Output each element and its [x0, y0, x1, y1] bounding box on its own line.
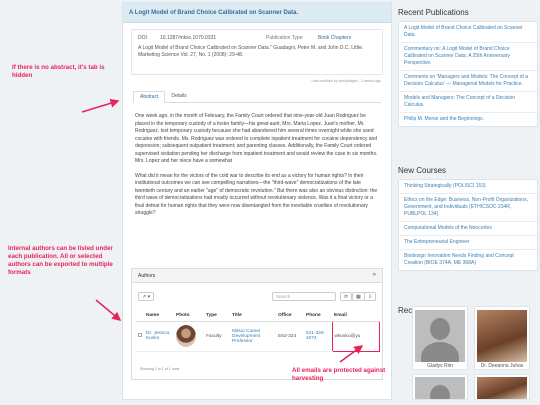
refresh-button[interactable]: ⟳: [340, 292, 353, 301]
authors-heading: Authors: [138, 273, 156, 279]
download-button[interactable]: ⇩: [364, 292, 377, 301]
person-card[interactable]: [412, 374, 468, 400]
pagination-info: Showing 1 to 1 of 1 rows: [140, 367, 180, 371]
course-link[interactable]: Biodesign Innovation Needs Finding and C…: [399, 250, 537, 270]
author-phone-link[interactable]: 541-326-4074: [306, 331, 325, 341]
recent-publication-link[interactable]: Comments on 'Managers and Models: The Co…: [399, 71, 537, 92]
recent-publication-link[interactable]: Commentary on: A Logit Model of Brand Ch…: [399, 43, 537, 71]
authors-search-input[interactable]: Search: [272, 292, 336, 301]
doi-label: DOI: [138, 35, 147, 41]
person-photo: [477, 377, 527, 399]
authors-panel: Authors » ↗ ▾ Search ⟳ ▦ ⇩ Name Photo Ty…: [131, 268, 383, 380]
recent-publications-section: Recent Publications A Logit Model of Bra…: [398, 8, 538, 127]
course-link[interactable]: The Entrepreneurial Engineer: [399, 236, 537, 250]
publication-type-label: Publication Type: [266, 35, 303, 41]
column-header-office[interactable]: Office: [276, 311, 304, 322]
column-header-email[interactable]: Email: [332, 311, 380, 322]
recent-publication-link[interactable]: Models and Managers: The Concept of a De…: [399, 92, 537, 113]
recent-publication-link[interactable]: Philip M. Morse and the Beginnings.: [399, 113, 537, 126]
row-checkbox[interactable]: [136, 321, 144, 352]
annotation-abstract: If there is no abstract, it's tab is hid…: [12, 64, 105, 79]
author-type: Faculty: [204, 321, 230, 352]
person-card[interactable]: Dr. Deeanna Juhas: [474, 306, 530, 370]
recent-additions-section: Recent Additions Gladys Rim Dr. Deeanna …: [398, 306, 538, 400]
expand-icon[interactable]: »: [373, 272, 376, 278]
author-office: E62-324: [276, 321, 304, 352]
columns-button[interactable]: ▦: [352, 292, 365, 301]
new-courses-section: New Courses Thinking Strategically (POLI…: [398, 166, 538, 271]
column-header-photo[interactable]: Photo: [174, 311, 204, 322]
person-placeholder-photo: [415, 377, 465, 399]
publication-title: A Logit Model of Brand Choice Calibrated…: [129, 9, 299, 16]
author-title-link[interactable]: Mitsui Career Development Professor: [232, 329, 261, 344]
table-row: Dr. Jessica Kusko Faculty Mitsui Career …: [136, 320, 380, 352]
export-button[interactable]: ↗ ▾: [138, 292, 155, 301]
course-link[interactable]: Thinking Strategically (POLISCI 153): [399, 180, 537, 194]
publication-title-bar: A Logit Model of Brand Choice Calibrated…: [123, 3, 391, 23]
tab-abstract[interactable]: Abstract: [133, 91, 166, 103]
column-header-title[interactable]: Title: [230, 311, 276, 322]
doi-value: 10.1287/mksc.1070.0331: [160, 35, 217, 41]
publication-tabs: Abstract Details: [133, 91, 381, 103]
table-header-row: Name Photo Type Title Office Phone Email: [136, 311, 380, 322]
recent-publication-link[interactable]: A Logit Model of Brand Choice Calibrated…: [399, 22, 537, 43]
course-link[interactable]: Computational Models of the Neocortex: [399, 222, 537, 236]
authors-header: Authors »: [132, 269, 382, 283]
abstract-text: One week ago, in the month of February, …: [135, 113, 379, 218]
annotation-emails: All emails are protected against harvest…: [292, 367, 386, 382]
publication-citation: A Logit Model of Brand Choice Calibrated…: [138, 45, 364, 58]
publication-info-box: DOI 10.1287/mksc.1070.0331 Publication T…: [131, 29, 383, 75]
last-modified-text: Last modified by simdyllagtm - 2 weeks a…: [311, 79, 381, 83]
person-card[interactable]: [474, 374, 530, 400]
person-name: Dr. Deeanna Juhas: [480, 363, 524, 369]
annotation-authors: Internal authors can be listed under eac…: [8, 245, 113, 276]
column-header-phone[interactable]: Phone: [304, 311, 332, 322]
arrow-to-abstract-tab: [81, 98, 120, 113]
author-email-link[interactable]: wkusko@yu: [331, 320, 380, 352]
person-photo: [477, 310, 527, 362]
abstract-paragraph: One week ago, in the month of February, …: [135, 113, 378, 164]
column-header-name[interactable]: Name: [144, 311, 174, 322]
publication-card: A Logit Model of Brand Choice Calibrated…: [122, 2, 392, 400]
authors-table: Name Photo Type Title Office Phone Email…: [136, 311, 380, 352]
arrow-to-authors-table: [95, 299, 122, 321]
person-placeholder-photo: [415, 310, 465, 362]
person-name: Gladys Rim: [427, 363, 453, 369]
select-all-checkbox[interactable]: [136, 311, 144, 322]
authors-toolbar: ↗ ▾ Search ⟳ ▦ ⇩: [132, 289, 382, 307]
author-photo: [176, 325, 196, 347]
abstract-paragraph: What did it mean for the victors of the …: [135, 172, 378, 217]
author-name-link[interactable]: Dr. Jessica Kusko: [146, 331, 169, 341]
tab-details[interactable]: Details: [165, 91, 192, 103]
column-header-type[interactable]: Type: [204, 311, 230, 322]
publication-type-link[interactable]: Book Chapters: [318, 35, 351, 41]
person-card[interactable]: Gladys Rim: [412, 306, 468, 370]
recent-publications-heading: Recent Publications: [398, 8, 469, 17]
course-link[interactable]: Ethics on the Edge: Business, Non-Profit…: [399, 194, 537, 222]
new-courses-heading: New Courses: [398, 166, 447, 175]
